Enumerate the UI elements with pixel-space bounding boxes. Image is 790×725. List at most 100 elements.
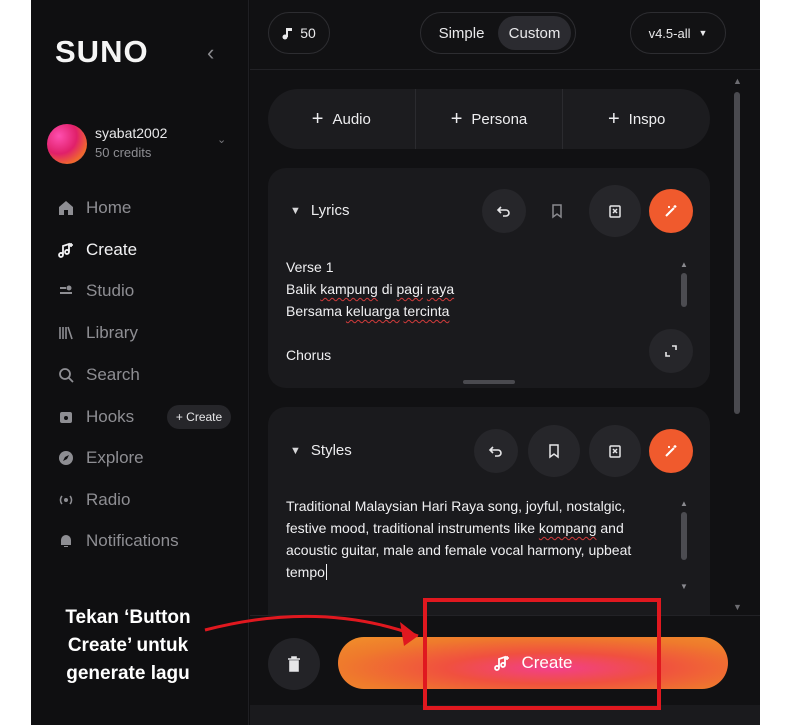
scroll-up-icon[interactable]: ▲ bbox=[680, 260, 688, 269]
scroll-up-icon[interactable]: ▲ bbox=[733, 76, 742, 86]
clear-icon bbox=[609, 445, 621, 458]
hooks-icon bbox=[60, 412, 72, 423]
sidebar-item-label: Library bbox=[86, 323, 138, 342]
lyrics-scrollbar[interactable]: ▲ bbox=[680, 260, 688, 307]
sidebar-item-label: Studio bbox=[86, 281, 135, 300]
radio-icon bbox=[59, 495, 73, 505]
clear-lyrics-button[interactable] bbox=[589, 185, 641, 237]
styles-title: Styles bbox=[310, 442, 352, 459]
annotation-text: Tekan ‘Button Create’ untuk generate lag… bbox=[48, 604, 208, 688]
add-bar: + Audio + Persona + Inspo bbox=[268, 89, 710, 149]
chevron-down-icon: ▼ bbox=[290, 204, 301, 217]
lyrics-line: Verse 1 bbox=[286, 259, 334, 275]
explore-icon bbox=[59, 451, 73, 465]
chevron-down-icon: ▼ bbox=[290, 444, 301, 457]
version-select[interactable]: v4.5-all ▼ bbox=[630, 12, 726, 54]
styles-undo-button[interactable] bbox=[474, 429, 518, 473]
styles-card: ▼ Styles Traditional Malaysian Hari Raya… bbox=[268, 407, 710, 615]
clear-icon bbox=[609, 205, 621, 218]
lyrics-title: Lyrics bbox=[310, 202, 350, 219]
scroll-thumb[interactable] bbox=[681, 512, 687, 560]
top-bar: 50 Simple Custom v4.5-all ▼ bbox=[250, 0, 760, 70]
scroll-down-icon[interactable]: ▼ bbox=[680, 582, 688, 591]
sidebar-item-label: Radio bbox=[86, 490, 131, 509]
add-inspo-button[interactable]: + Inspo bbox=[563, 89, 710, 149]
credits-value: 50 bbox=[300, 25, 316, 41]
undo-icon bbox=[496, 206, 510, 217]
sidebar-item-create[interactable]: Create bbox=[57, 238, 137, 262]
hooks-create-button[interactable]: + Create bbox=[167, 405, 231, 429]
annotation-line: generate lagu bbox=[66, 663, 190, 684]
lyrics-toggle[interactable]: ▼ Lyrics bbox=[290, 202, 350, 219]
caret-down-icon: ▼ bbox=[698, 28, 708, 38]
sidebar-item-studio[interactable]: Studio bbox=[57, 279, 134, 303]
lyrics-line: Bersama keluarga tercinta bbox=[286, 303, 450, 319]
scroll-thumb[interactable] bbox=[681, 273, 687, 307]
sidebar-item-notifications[interactable]: Notifications bbox=[57, 529, 179, 553]
styles-bookmark-button[interactable] bbox=[528, 425, 580, 477]
bookmark-icon bbox=[552, 204, 562, 219]
resize-handle[interactable] bbox=[463, 380, 515, 384]
magic-wand-button[interactable] bbox=[649, 189, 693, 233]
highlight-box bbox=[423, 598, 661, 710]
sidebar-item-library[interactable]: Library bbox=[57, 321, 138, 345]
sidebar-item-explore[interactable]: Explore bbox=[57, 446, 144, 470]
add-persona-button[interactable]: + Persona bbox=[416, 89, 564, 149]
avatar[interactable] bbox=[47, 124, 87, 164]
scroll-down-icon[interactable]: ▼ bbox=[733, 602, 742, 612]
styles-line: festive mood, traditional instruments li… bbox=[286, 520, 624, 536]
username[interactable]: syabat2002 bbox=[95, 125, 167, 141]
sidebar-item-label: Search bbox=[86, 365, 140, 384]
mode-custom-tab[interactable]: Custom bbox=[498, 16, 571, 50]
annotation-line: Create’ untuk bbox=[67, 635, 189, 656]
styles-scrollbar[interactable]: ▲ ▼ bbox=[680, 499, 688, 591]
sidebar-item-label: Home bbox=[86, 198, 132, 217]
plus-icon: + bbox=[450, 107, 463, 130]
clear-all-button[interactable] bbox=[268, 638, 320, 690]
add-audio-button[interactable]: + Audio bbox=[268, 89, 416, 149]
add-persona-label: Persona bbox=[471, 110, 528, 128]
sidebar-item-radio[interactable]: Radio bbox=[57, 488, 130, 512]
magic-wand-icon bbox=[665, 445, 677, 457]
styles-line: Traditional Malaysian Hari Raya song, jo… bbox=[286, 498, 626, 514]
credits-pill[interactable]: 50 bbox=[268, 12, 330, 54]
scroll-thumb[interactable] bbox=[734, 92, 740, 414]
sidebar-item-label: Create bbox=[86, 240, 138, 259]
studio-icon bbox=[60, 285, 72, 294]
undo-icon bbox=[488, 446, 502, 457]
main-scrollbar[interactable]: ▲ ▼ bbox=[732, 76, 742, 616]
mode-simple-tab[interactable]: Simple bbox=[425, 16, 498, 50]
styles-magic-wand-button[interactable] bbox=[649, 429, 693, 473]
mode-toggle: Simple Custom bbox=[420, 12, 576, 54]
sidebar-item-label: Explore bbox=[86, 448, 144, 467]
sidebar-item-search[interactable]: Search bbox=[57, 363, 140, 387]
add-audio-label: Audio bbox=[332, 110, 371, 128]
sidebar-item-hooks[interactable]: Hooks bbox=[57, 405, 134, 429]
sidebar-item-label: Hooks bbox=[86, 407, 135, 426]
version-label: v4.5-all bbox=[648, 25, 691, 41]
chevron-down-icon[interactable]: ⌄ bbox=[217, 133, 226, 146]
plus-icon: + bbox=[607, 107, 620, 130]
library-icon bbox=[59, 326, 73, 340]
bookmark-icon bbox=[549, 444, 559, 459]
magic-wand-icon bbox=[665, 205, 677, 217]
text-cursor bbox=[325, 564, 327, 580]
collapse-sidebar-icon[interactable]: ‹ bbox=[207, 40, 214, 66]
styles-toggle[interactable]: ▼ Styles bbox=[290, 442, 352, 459]
scroll-up-icon[interactable]: ▲ bbox=[680, 499, 688, 508]
undo-button[interactable] bbox=[482, 189, 526, 233]
annotation-line: Tekan ‘Button bbox=[65, 607, 191, 628]
bookmark-button[interactable] bbox=[535, 189, 579, 233]
sidebar-item-label: Notifications bbox=[86, 531, 179, 550]
lyrics-textarea[interactable]: Verse 1 Balik kampung di pagi raya Bersa… bbox=[286, 256, 454, 366]
music-note-icon bbox=[282, 28, 293, 40]
credits-count: 50 credits bbox=[95, 145, 152, 160]
clear-styles-button[interactable] bbox=[589, 425, 641, 477]
suno-logo[interactable]: SUNO bbox=[55, 34, 149, 70]
lyrics-line: Chorus bbox=[286, 347, 332, 363]
form-scroll-area: + Audio + Persona + Inspo ▼ Lyrics Verse… bbox=[250, 71, 745, 615]
styles-textarea[interactable]: Traditional Malaysian Hari Raya song, jo… bbox=[286, 495, 666, 583]
expand-button[interactable] bbox=[649, 329, 693, 373]
sidebar-item-home[interactable]: Home bbox=[57, 196, 131, 220]
lyrics-card: ▼ Lyrics Verse 1 Balik kampung di pagi r… bbox=[268, 168, 710, 388]
